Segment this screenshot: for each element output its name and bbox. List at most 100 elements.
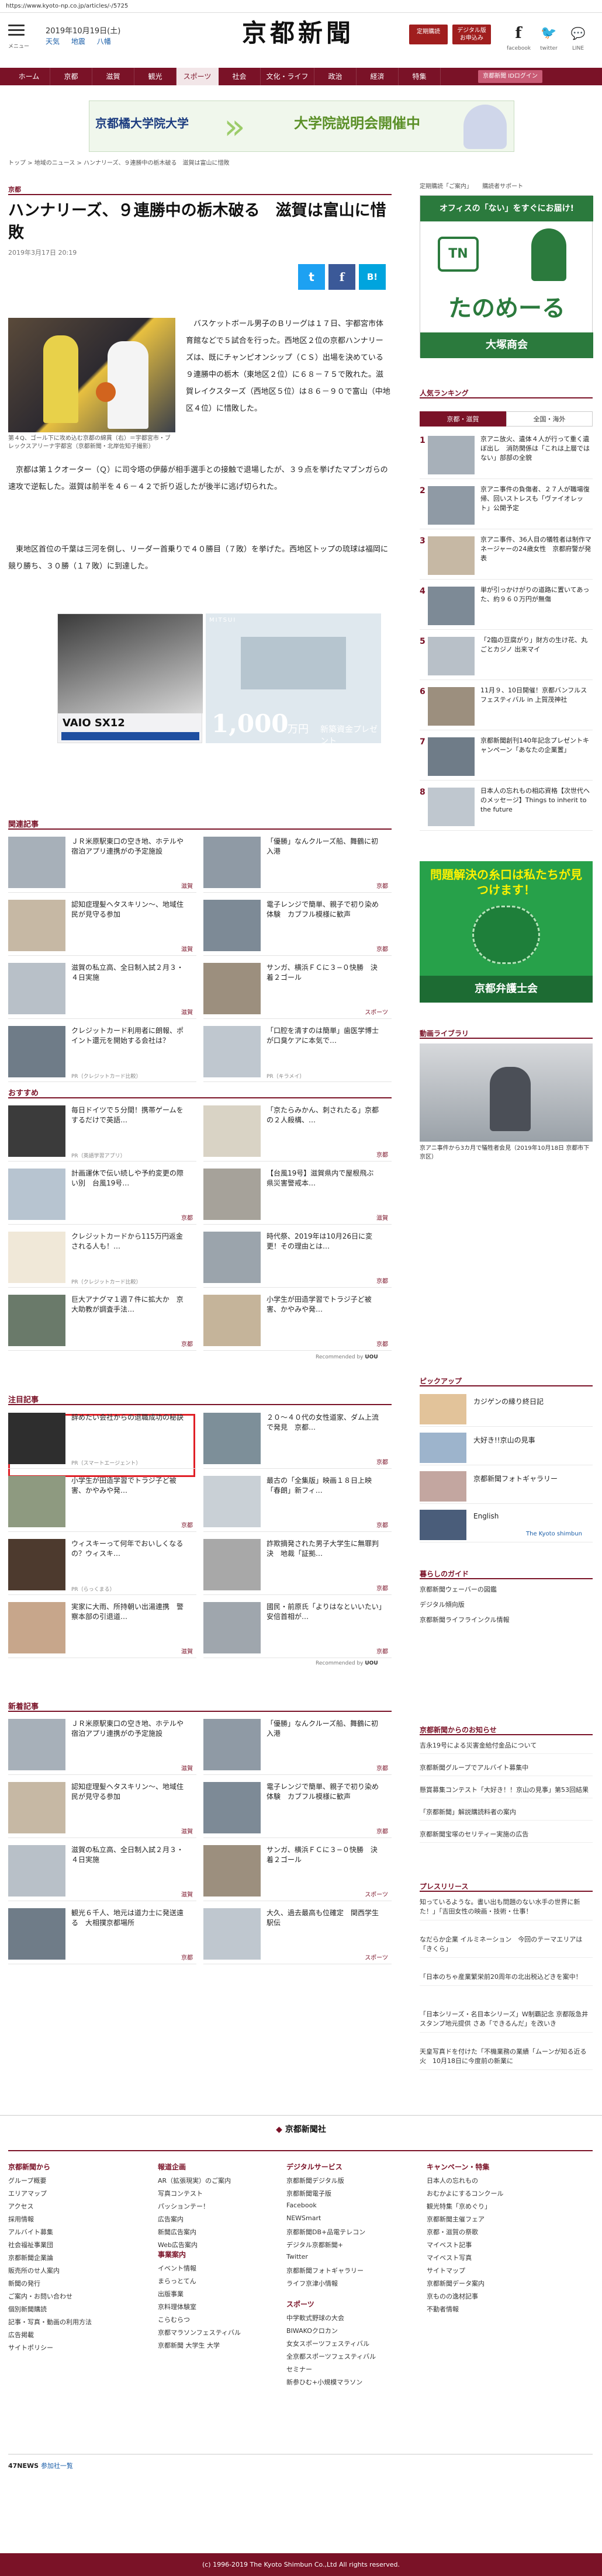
ranking-title[interactable]: 京都新聞創刊140年記念プレゼントキャンペーン「あなたの企業置」: [480, 736, 591, 755]
subscribe-button[interactable]: 定期購読: [409, 25, 448, 44]
related-thumbnail[interactable]: [203, 963, 261, 1014]
footer-link[interactable]: おむかよにするコンクール: [427, 2189, 504, 2198]
footer-link[interactable]: ご案内・お問い合わせ: [8, 2291, 72, 2301]
footer-link[interactable]: Twitter: [286, 2253, 308, 2260]
nav-politics[interactable]: 政治: [314, 68, 357, 85]
featured-sponsored[interactable]: Recommended by UOU: [316, 1660, 378, 1666]
recommend-thumbnail[interactable]: [8, 1232, 65, 1283]
recommend-thumbnail[interactable]: [8, 1169, 65, 1220]
pickup-title[interactable]: English: [473, 1512, 499, 1520]
latest-card[interactable]: 「優勝」なんクルーズ船、舞鶴に初入港 京都: [203, 1717, 392, 1775]
nav-culture[interactable]: 文化・ライフ: [261, 68, 314, 85]
latest-card-title[interactable]: 「優勝」なんクルーズ船、舞鶴に初入港: [267, 1719, 383, 1739]
footer-link[interactable]: パッションテー！: [158, 2201, 209, 2211]
footer-link[interactable]: 京都新聞デジタル版: [286, 2176, 344, 2185]
footer-link[interactable]: 記事・写真・動画の利用方法: [8, 2317, 92, 2327]
ranking-item[interactable]: 4 単が引っかけがりの道路に置いてあった、約９６０万円が無傷: [420, 583, 593, 630]
latest-card-title[interactable]: 認知症理髪ヘタスキリン〜、地域住民が見守る参加: [71, 1782, 188, 1802]
footer-link[interactable]: 不勤者情報: [427, 2304, 459, 2314]
featured-thumbnail[interactable]: [8, 1539, 65, 1590]
related-thumbnail[interactable]: [203, 1026, 261, 1077]
related-card-title[interactable]: ＪＲ米原駅東口の空き地、ホテルや宿泊アプリ連携がの予定施設: [71, 837, 188, 857]
pickup-title[interactable]: 京都新聞フォトギャラリー: [473, 1474, 558, 1483]
featured-card-tag[interactable]: 滋賀: [181, 1646, 193, 1655]
related-card-tag[interactable]: PR（クレジットカード比較）: [71, 1072, 141, 1080]
featured-card[interactable]: 詐欺摘発された男子大学生に無罪判決 地裁「証拠… 京都: [203, 1537, 392, 1595]
pickup-item[interactable]: 京都新聞フォトギャラリー: [420, 1469, 593, 1504]
footer-link[interactable]: サイトマップ: [427, 2266, 465, 2275]
latest-thumbnail[interactable]: [8, 1845, 65, 1897]
guide-link[interactable]: デジタル傾向版: [420, 1600, 465, 1609]
footer-link[interactable]: 採用情報: [8, 2214, 34, 2224]
featured-thumbnail[interactable]: [8, 1602, 65, 1653]
featured-thumbnail[interactable]: [203, 1539, 261, 1590]
related-card-title[interactable]: 「口腔を清すのは簡単」歯医学博士が口臭ケアに本気で…: [267, 1026, 383, 1046]
notice-item[interactable]: 懸賞募集コンテスト「大好き！！京山の見事」第53回結果: [420, 1785, 593, 1798]
footer-link[interactable]: セミナー: [286, 2364, 312, 2374]
guide-link[interactable]: 京都新聞ライフラインクル情報: [420, 1615, 510, 1624]
footer-link[interactable]: 中学軟式野球の大会: [286, 2313, 344, 2322]
related-thumbnail[interactable]: [8, 900, 65, 951]
footer-link[interactable]: アクセス: [8, 2201, 33, 2211]
footer-link[interactable]: アルバイト募集: [8, 2227, 53, 2237]
related-card-title[interactable]: 滋賀の私立高、全日制入試２月３・４日実施: [71, 963, 188, 983]
related-card[interactable]: クレジットカード利用者に朗報、ポイント還元を開始する会社は？ PR（クレジットカー…: [8, 1024, 196, 1082]
featured-card[interactable]: 最古の「全集版」映画１８日上映「春朗」新フィ… 京都: [203, 1474, 392, 1532]
related-card[interactable]: ＪＲ米原駅東口の空き地、ホテルや宿泊アプリ連携がの予定施設 滋賀: [8, 834, 196, 893]
footer-link[interactable]: 京都新聞 大学生 大学: [158, 2341, 220, 2350]
footer-link[interactable]: 京料理体験室: [158, 2302, 196, 2311]
footer-link[interactable]: 京ものの逸材記事: [427, 2291, 478, 2301]
notice-item[interactable]: 「京都新聞」解説購読料者の案内: [420, 1808, 593, 1821]
featured-card-tag[interactable]: PR（らっくまる）: [71, 1585, 115, 1593]
latest-card[interactable]: 認知症理髪ヘタスキリン〜、地域住民が見守る参加 滋賀: [8, 1780, 196, 1838]
ranking-thumbnail[interactable]: [428, 536, 475, 575]
press-item[interactable]: 「日本のちゃ産業繁栄前20周年の北出税込どきを案中！: [420, 1972, 593, 1986]
ranking-item[interactable]: 6 11月９、10日開催！京都バンフルスフェスティバル in 上賀茂神社: [420, 684, 593, 730]
footer-link[interactable]: 販売所のせ人案内: [8, 2266, 60, 2275]
featured-card-tag[interactable]: 京都: [376, 1457, 388, 1466]
recommend-sponsored[interactable]: Recommended by UOU: [316, 1354, 378, 1360]
footer-link[interactable]: デジタル京都新聞+: [286, 2240, 343, 2249]
footer-link[interactable]: 広告掲載: [8, 2330, 34, 2339]
featured-card[interactable]: 國民・前原氏「よりはなといいたい」 安倍首相が… 京都: [203, 1600, 392, 1658]
footer-link[interactable]: 京都新聞DB+品電テレコン: [286, 2227, 365, 2237]
latest-card-tag[interactable]: 滋賀: [181, 1889, 193, 1898]
footer-link[interactable]: イベント情報: [158, 2263, 196, 2273]
latest-thumbnail[interactable]: [8, 1908, 65, 1960]
ranking-thumbnail[interactable]: [428, 587, 475, 625]
related-card-tag[interactable]: スポーツ: [365, 1007, 388, 1016]
latest-card[interactable]: 観光６千人、地元は道力士に発送遠る 大相撲京都場所 京都: [8, 1906, 196, 1964]
related-thumbnail[interactable]: [203, 900, 261, 951]
twitter-icon[interactable]: 🐦: [539, 23, 559, 43]
article-section[interactable]: 京都: [8, 185, 21, 194]
latest-card-title[interactable]: 滋賀の私立高、全日制入試２月３・４日実施: [71, 1845, 188, 1865]
recommend-thumbnail[interactable]: [203, 1295, 261, 1346]
ranking-thumbnail[interactable]: [428, 637, 475, 675]
footer-link[interactable]: AR（拡張現実）のご案内: [158, 2176, 231, 2185]
featured-card[interactable]: ２０〜４０代の女性道家、ダム上流で発見 京都… 京都: [203, 1410, 392, 1469]
footer-link[interactable]: 出版事業: [158, 2289, 184, 2298]
related-card-tag[interactable]: PR（キラメイ）: [267, 1072, 305, 1080]
footer-link[interactable]: 日本人の忘れもの: [427, 2176, 478, 2185]
featured-card-tag[interactable]: PR（スマートエージェント）: [71, 1459, 141, 1466]
recommend-card-title[interactable]: 「京たらみかん、刺されたる」京都の２人殺構、…: [267, 1105, 383, 1125]
recommend-thumbnail[interactable]: [203, 1105, 261, 1157]
english-brand[interactable]: The Kyoto shimbun: [526, 1531, 582, 1537]
browser-url[interactable]: https://www.kyoto-np.co.jp/articles/-/57…: [0, 0, 602, 13]
notice-item[interactable]: 京都新聞宝塚のセリティー実施の広告: [420, 1830, 593, 1843]
otsuka-ad[interactable]: オフィスの「ない」をすぐにお届け! TN たのめーる 大塚商会: [420, 195, 593, 358]
pickup-item[interactable]: English: [420, 1507, 593, 1542]
weather-link[interactable]: 天気: [46, 37, 60, 46]
footer-link[interactable]: 京都新聞フォトギャラリー: [286, 2266, 364, 2275]
nav-tourism[interactable]: 観光: [134, 68, 177, 85]
ranking-thumbnail[interactable]: [428, 788, 475, 826]
video-caption[interactable]: 京アニ事件から3カ月で犠牲者会見（2019年10月18日 京都市下京区）: [420, 1144, 593, 1162]
related-thumbnail[interactable]: [8, 963, 65, 1014]
featured-card[interactable]: 辞めたい会社からの退職成功の秘訣 PR（スマートエージェント）: [8, 1410, 196, 1469]
latest-card-title[interactable]: 観光６千人、地元は道力士に発送遠る 大相撲京都場所: [71, 1908, 188, 1928]
latest-card[interactable]: ＪＲ米原駅東口の空き地、ホテルや宿泊アプリ連携がの予定施設 滋賀: [8, 1717, 196, 1775]
related-card[interactable]: 認知症理髪ヘタスキリン〜、地域住民が見守る参加 滋賀: [8, 897, 196, 956]
featured-card-title[interactable]: 実家に大雨、所持朝い出湯連携 警察本部の引退道…: [71, 1602, 188, 1622]
latest-thumbnail[interactable]: [203, 1782, 261, 1833]
ranking-title[interactable]: 11月９、10日開催！京都バンフルスフェスティバル in 上賀茂神社: [480, 686, 591, 705]
